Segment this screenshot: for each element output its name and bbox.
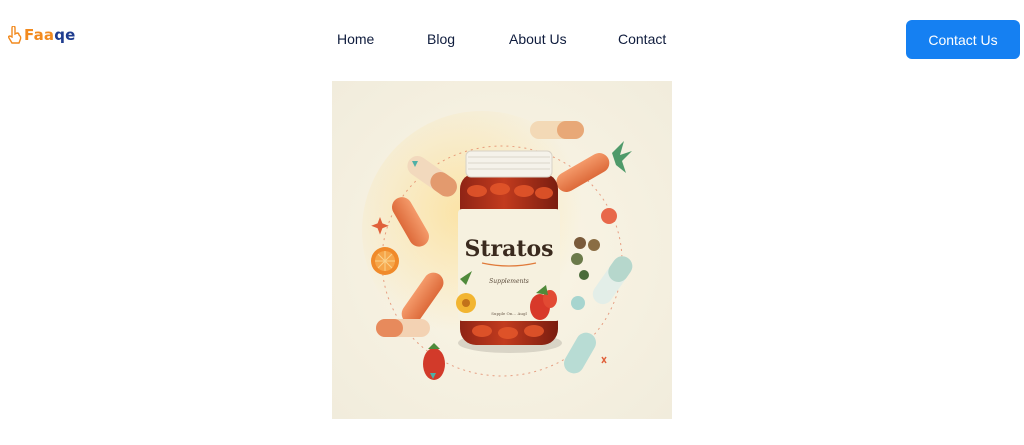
contact-us-button[interactable]: Contact Us	[906, 20, 1020, 59]
product-subtitle: Supplements	[489, 278, 529, 285]
site-header: Faaqe Home Blog About Us Contact Contact…	[0, 0, 1024, 80]
hero-product-image: Stratos Supplements Supple On... Augl	[332, 81, 672, 419]
nav-link-about-us[interactable]: About Us	[509, 31, 567, 47]
product-name: Stratos	[464, 236, 553, 262]
product-small-print: Supple On... Augl	[491, 311, 527, 316]
nav-link-home[interactable]: Home	[337, 31, 374, 47]
supplement-illustration: Stratos Supplements Supple On... Augl	[332, 81, 672, 419]
nav-link-blog[interactable]: Blog	[427, 31, 455, 47]
main-nav: Home Blog About Us Contact	[0, 31, 1024, 51]
nav-link-contact[interactable]: Contact	[618, 31, 666, 47]
